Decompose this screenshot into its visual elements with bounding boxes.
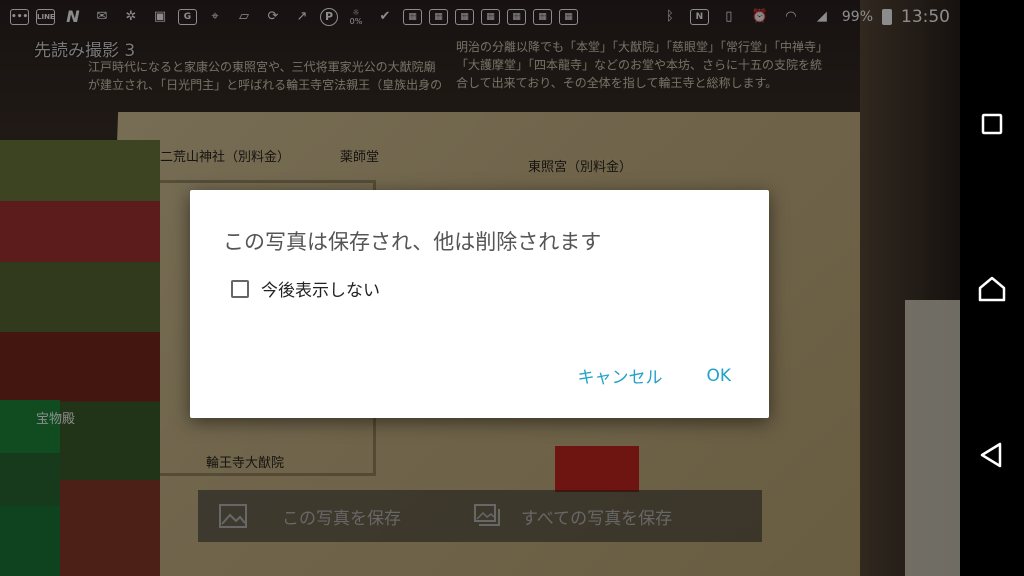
back-triangle-icon: [980, 442, 1002, 468]
confirm-dialog: この写真は保存され、他は削除されます 今後表示しない キャンセル OK: [190, 190, 769, 418]
dialog-actions: キャンセル OK: [569, 359, 739, 392]
dont-show-again-label: 今後表示しない: [261, 281, 380, 301]
cancel-button[interactable]: キャンセル: [569, 359, 670, 392]
navigation-bar: [960, 0, 1024, 576]
ok-button[interactable]: OK: [698, 359, 739, 392]
home-button[interactable]: [976, 273, 1008, 305]
dont-show-again-checkbox[interactable]: [231, 279, 249, 298]
dialog-title: この写真は保存され、他は削除されます: [223, 230, 602, 254]
dont-show-again-row[interactable]: 今後表示しない: [231, 276, 380, 301]
home-icon: [978, 276, 1006, 302]
square-icon: [981, 113, 1003, 135]
recents-button[interactable]: [976, 108, 1008, 140]
back-button[interactable]: [976, 439, 1008, 471]
